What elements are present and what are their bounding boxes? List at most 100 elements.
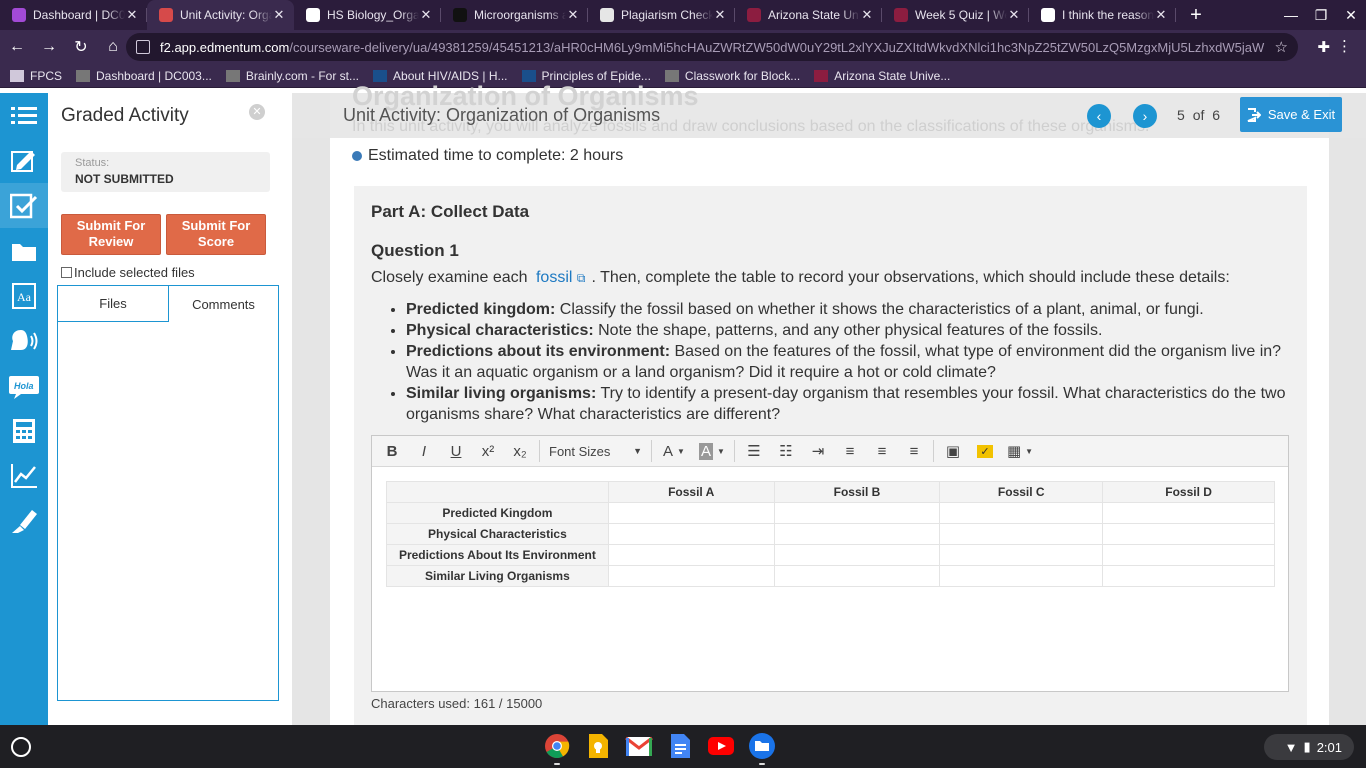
background-color-icon[interactable]: A ▼ xyxy=(693,436,731,467)
close-tab-icon[interactable]: ✕ xyxy=(272,7,286,23)
calculator-icon[interactable] xyxy=(0,408,48,453)
close-tab-icon[interactable]: ✕ xyxy=(125,7,139,23)
table-cell[interactable] xyxy=(773,565,941,587)
bookmark-star-icon[interactable]: ☆ xyxy=(1275,38,1288,56)
youtube-icon[interactable] xyxy=(705,730,737,762)
table-cell[interactable] xyxy=(607,565,775,587)
folder-icon[interactable] xyxy=(0,228,48,273)
extensions-icon[interactable]: ✚ xyxy=(1317,38,1330,56)
table-cell[interactable] xyxy=(1102,523,1275,545)
superscript-icon[interactable]: x² xyxy=(472,436,504,467)
notes-icon[interactable] xyxy=(0,138,48,183)
highlighter-icon[interactable] xyxy=(0,498,48,543)
table-cell[interactable] xyxy=(939,565,1104,587)
image-icon[interactable]: ▣ xyxy=(937,436,969,467)
close-tab-icon[interactable]: ✕ xyxy=(1154,7,1168,23)
forward-icon[interactable]: → xyxy=(34,38,64,56)
reload-icon[interactable]: ↻ xyxy=(66,37,96,57)
site-info-icon[interactable] xyxy=(136,40,150,54)
close-tab-icon[interactable]: ✕ xyxy=(566,7,580,23)
restore-icon[interactable]: ❐ xyxy=(1306,0,1336,30)
italic-icon[interactable]: I xyxy=(408,436,440,467)
table-cell[interactable] xyxy=(607,544,775,566)
minimize-icon[interactable]: — xyxy=(1276,0,1306,30)
graded-activity-icon[interactable] xyxy=(0,183,48,228)
close-tab-icon[interactable]: ✕ xyxy=(713,7,727,23)
include-files-option[interactable]: Include selected files xyxy=(61,265,195,280)
browser-tab[interactable]: Arizona State Univ ✕ xyxy=(735,0,882,30)
window-controls: — ❐ ✕ xyxy=(1276,0,1366,30)
browser-tab[interactable]: Week 5 Quiz | Wee✕ xyxy=(882,0,1029,30)
table-cell[interactable] xyxy=(773,544,941,566)
bookmark-item[interactable]: FPCS xyxy=(10,69,62,83)
table-cell[interactable] xyxy=(607,523,775,545)
font-sizes-select[interactable]: Font Sizes ▼ xyxy=(543,439,648,464)
bookmark-item[interactable]: Arizona State Unive... xyxy=(814,69,950,83)
numbered-list-icon[interactable]: ☷ xyxy=(770,436,802,467)
next-page-button[interactable]: › xyxy=(1133,104,1157,128)
files-icon[interactable] xyxy=(746,730,778,765)
fossil-link[interactable]: fossil ⧉ xyxy=(536,269,585,286)
browser-tab[interactable]: Plagiarism Checke ✕ xyxy=(588,0,735,30)
text-to-speech-icon[interactable] xyxy=(0,318,48,363)
panel-title: Graded Activity xyxy=(61,105,189,126)
response-editor[interactable]: B I U x² x₂ Font Sizes ▼ A ▼ A ▼ ☰ ☷ ⇥ ≡ ≡ … xyxy=(371,435,1289,692)
subscript-icon[interactable]: x₂ xyxy=(504,436,536,467)
tab-comments[interactable]: Comments xyxy=(168,286,278,322)
new-tab-button[interactable]: + xyxy=(1182,1,1210,29)
browser-tab[interactable]: Dashboard | DC003✕ xyxy=(0,0,147,30)
table-cell[interactable] xyxy=(1102,502,1275,524)
table-cell[interactable] xyxy=(939,544,1104,566)
previous-page-button[interactable]: ‹ xyxy=(1087,104,1111,128)
bookmark-item[interactable]: Dashboard | DC003... xyxy=(76,69,212,83)
launcher-icon[interactable] xyxy=(11,737,31,757)
close-icon[interactable]: ✕ xyxy=(249,104,265,120)
back-icon[interactable]: ← xyxy=(2,38,32,56)
align-left-icon[interactable]: ≡ xyxy=(834,436,866,467)
close-tab-icon[interactable]: ✕ xyxy=(860,7,874,23)
column-header: Fossil B xyxy=(773,481,941,503)
indent-icon[interactable]: ⇥ xyxy=(802,436,834,467)
include-files-checkbox[interactable] xyxy=(61,267,72,278)
align-center-icon[interactable]: ≡ xyxy=(866,436,898,467)
detail-item: Similar living organisms: Try to identif… xyxy=(406,383,1296,425)
close-window-icon[interactable]: ✕ xyxy=(1336,0,1366,30)
table-icon[interactable]: ▦ ▼ xyxy=(1001,436,1039,467)
menu-icon[interactable]: ⋮ xyxy=(1337,37,1352,55)
docs-icon[interactable] xyxy=(664,730,696,762)
table-cell[interactable] xyxy=(773,502,941,524)
dictionary-icon[interactable]: Aa xyxy=(0,273,48,318)
gmail-icon[interactable] xyxy=(623,730,655,762)
translation-icon[interactable]: Hola xyxy=(0,363,48,408)
keep-icon[interactable] xyxy=(582,730,614,762)
save-exit-button[interactable]: Save & Exit xyxy=(1240,97,1342,132)
status-tray[interactable]: ▼ ▮ 2:01 xyxy=(1264,734,1354,760)
graphing-icon[interactable] xyxy=(0,453,48,498)
align-right-icon[interactable]: ≡ xyxy=(898,436,930,467)
submit-for-score-button[interactable]: Submit For Score xyxy=(166,214,266,255)
bullet-list-icon[interactable]: ☰ xyxy=(738,436,770,467)
table-of-contents-icon[interactable] xyxy=(0,93,48,138)
table-cell[interactable] xyxy=(1102,565,1275,587)
close-tab-icon[interactable]: ✕ xyxy=(419,7,433,23)
spellcheck-icon[interactable]: ✓ xyxy=(969,436,1001,467)
browser-tab[interactable]: I think the reason ✕ xyxy=(1029,0,1176,30)
table-cell[interactable] xyxy=(939,502,1104,524)
table-cell[interactable] xyxy=(1102,544,1275,566)
tab-files[interactable]: Files xyxy=(58,286,168,322)
chrome-icon[interactable] xyxy=(541,730,573,765)
submit-for-review-button[interactable]: Submit For Review xyxy=(61,214,161,255)
bookmark-item[interactable]: Brainly.com - For st... xyxy=(225,69,359,83)
home-icon[interactable]: ⌂ xyxy=(98,38,128,56)
browser-tab[interactable]: Unit Activity: Orga ✕ xyxy=(147,0,294,30)
url-bar[interactable]: f2.app.edmentum.com /courseware-delivery… xyxy=(126,33,1298,61)
underline-icon[interactable]: U xyxy=(440,436,472,467)
close-tab-icon[interactable]: ✕ xyxy=(1007,7,1021,23)
text-color-icon[interactable]: A ▼ xyxy=(655,436,693,467)
table-cell[interactable] xyxy=(939,523,1104,545)
browser-tab[interactable]: Microorganisms a ✕ xyxy=(441,0,588,30)
table-cell[interactable] xyxy=(607,502,775,524)
bold-icon[interactable]: B xyxy=(376,436,408,467)
table-cell[interactable] xyxy=(773,523,941,545)
browser-tab[interactable]: HS Biology_Organ ✕ xyxy=(294,0,441,30)
